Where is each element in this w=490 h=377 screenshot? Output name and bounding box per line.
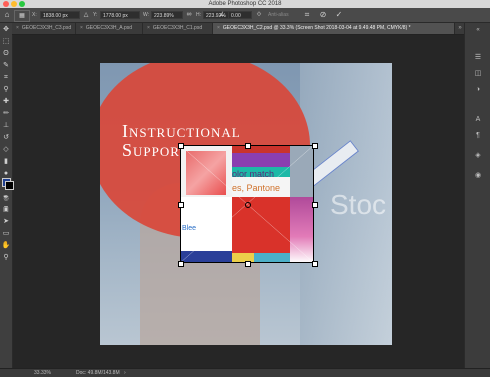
close-tab-icon[interactable]: × <box>147 25 150 31</box>
transform-handle-right[interactable] <box>312 202 318 208</box>
warp-icon[interactable]: ⌗ <box>302 10 312 20</box>
close-window-button[interactable] <box>3 1 9 7</box>
properties-panel-icon[interactable]: ◫ <box>473 69 483 79</box>
background-color-swatch[interactable] <box>5 181 14 190</box>
transform-handle-top[interactable] <box>245 143 251 149</box>
cancel-icon[interactable]: ⊘ <box>318 10 328 20</box>
delta-icon[interactable]: △ <box>81 10 91 20</box>
paragraph-panel-icon[interactable]: ¶ <box>473 131 483 141</box>
history-brush-tool-icon[interactable]: ↺ <box>1 133 11 142</box>
link-icon[interactable]: ∞ <box>184 10 194 20</box>
tab-doc-c2-active[interactable]: × GEOEC3X3H_C2.psd @ 33.3% (Screen Shot 2… <box>213 23 455 34</box>
y-label: Y: <box>93 12 98 18</box>
width-field[interactable]: 223.89% <box>151 11 183 19</box>
transform-handle-bottom[interactable] <box>245 261 251 267</box>
close-tab-icon[interactable]: × <box>217 25 220 31</box>
angle-field[interactable]: 0.00 <box>228 11 252 19</box>
channels-panel-icon[interactable]: ◉ <box>473 171 483 181</box>
minimize-window-button[interactable] <box>11 1 17 7</box>
y-field[interactable]: 1778.00 px <box>100 11 140 19</box>
interpolation-icon[interactable]: ⟐ <box>254 10 264 20</box>
h-label: H: <box>196 12 201 18</box>
tabs-overflow-icon[interactable]: » <box>456 23 464 34</box>
brush-tool-icon[interactable]: ✏ <box>1 109 11 118</box>
tools-panel: ✥ ⬚ ʘ ✎ ⌗ ⚲ ✚ ✏ ⊥ ↺ ◇ ▮ ● ◔ ✒ T ➤ ▭ ✋ ⚲ … <box>0 23 14 368</box>
eraser-tool-icon[interactable]: ◇ <box>1 145 11 154</box>
stock-watermark: Stoc <box>330 189 387 220</box>
close-tab-icon[interactable]: × <box>80 25 83 31</box>
headline-line1: Instructional <box>122 121 241 141</box>
transform-reference-point[interactable] <box>245 202 251 208</box>
w-label: W: <box>143 12 150 18</box>
transform-handle-left[interactable] <box>178 202 184 208</box>
adjustments-panel-icon[interactable]: ◑ <box>473 85 483 95</box>
transform-handle-bottom-right[interactable] <box>312 261 318 267</box>
transform-handle-bottom-left[interactable] <box>178 261 184 267</box>
app-title: Adobe Photoshop CC 2018 <box>208 1 282 7</box>
check-icon[interactable]: ✓ <box>334 10 344 20</box>
hand-tool-icon[interactable]: ✋ <box>1 241 11 250</box>
zoom-tool-icon[interactable]: ⚲ <box>1 253 11 262</box>
move-tool-icon[interactable]: ✥ <box>1 25 11 34</box>
quick-mask-icon[interactable]: ◎ <box>1 195 11 204</box>
clone-stamp-tool-icon[interactable]: ⊥ <box>1 121 11 130</box>
screen-mode-icon[interactable]: ▣ <box>1 206 11 215</box>
marquee-tool-icon[interactable]: ⬚ <box>1 37 11 46</box>
document-tabs: × GEOEC3X3H_C3.psd × GEOEC3X3H_A.psd × GEOE… <box>12 23 464 35</box>
eyedropper-tool-icon[interactable]: ⚲ <box>1 85 11 94</box>
title-bar: Adobe Photoshop CC 2018 <box>0 0 490 8</box>
x-field[interactable]: 1838.00 px <box>40 11 80 19</box>
lasso-tool-icon[interactable]: ʘ <box>1 49 11 58</box>
collapse-panels-icon[interactable]: « <box>473 25 483 35</box>
transform-handle-top-right[interactable] <box>312 143 318 149</box>
crop-tool-icon[interactable]: ⌗ <box>1 73 11 82</box>
layers-panel-icon[interactable]: ◈ <box>473 151 483 161</box>
history-panel-icon[interactable]: ☰ <box>473 53 483 63</box>
reference-point-icon[interactable]: ▦ <box>14 10 30 22</box>
transform-handle-top-left[interactable] <box>178 143 184 149</box>
zoom-window-button[interactable] <box>19 1 25 7</box>
document-canvas[interactable]: Instructional Support Stoc olor match es… <box>100 63 392 345</box>
tab-doc-c1[interactable]: × GEOEC3X3H_C1.psd <box>143 23 213 34</box>
rectangle-tool-icon[interactable]: ▭ <box>1 229 11 238</box>
character-panel-icon[interactable]: A <box>473 115 483 125</box>
home-icon[interactable]: ⌂ <box>2 10 12 20</box>
close-tab-icon[interactable]: × <box>16 25 19 31</box>
healing-brush-tool-icon[interactable]: ✚ <box>1 97 11 106</box>
options-bar: ⌂ ▦ X: 1838.00 px △ Y: 1778.00 px W: 223… <box>0 8 490 23</box>
path-select-tool-icon[interactable]: ➤ <box>1 217 11 226</box>
antialias-label: Anti-alias <box>268 12 289 18</box>
quick-select-tool-icon[interactable]: ✎ <box>1 61 11 70</box>
panel-dock: « ☰ ◫ ◑ A ¶ ◈ ◉ <box>464 23 490 368</box>
tab-doc-c3[interactable]: × GEOEC3X3H_C3.psd <box>12 23 76 34</box>
blur-tool-icon[interactable]: ● <box>1 169 11 178</box>
gradient-tool-icon[interactable]: ▮ <box>1 157 11 166</box>
tab-doc-a[interactable]: × GEOEC3X3H_A.psd <box>76 23 143 34</box>
rotate-icon: ∠ <box>219 12 225 18</box>
x-label: X: <box>32 12 37 18</box>
